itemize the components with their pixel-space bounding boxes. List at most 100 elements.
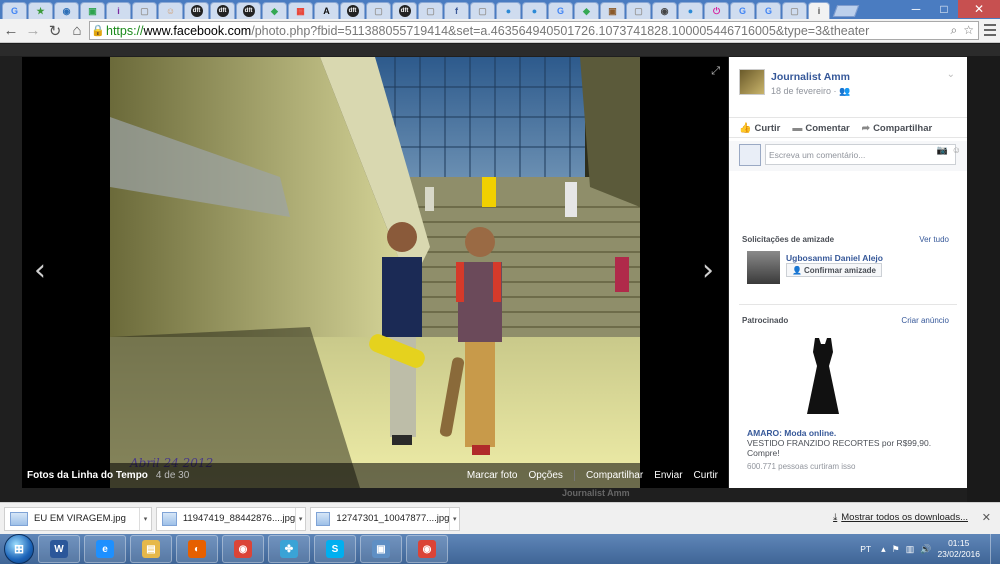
ad-dress-image[interactable] [799,336,847,418]
friends-icon[interactable]: 👥 [839,86,850,96]
browser-tab[interactable]: f [444,2,469,19]
browser-tab[interactable]: ⏻ [704,2,729,19]
minimize-button[interactable]: ─ [902,0,930,18]
clock[interactable]: 01:15 23/02/2016 [937,538,980,560]
forward-button[interactable]: → [22,20,44,42]
post-action-2[interactable]: ➦ Compartilhar [862,123,933,134]
photo-action-0[interactable]: Marcar foto [467,470,518,481]
download-item[interactable]: EU EM VIRAGEM.jpg ▾ [4,506,152,531]
confirm-friend-button[interactable]: 👤 Confirmar amizade [786,263,882,277]
back-button[interactable]: ← [0,20,22,42]
flag-icon[interactable]: ⚑ [892,544,900,555]
address-bar[interactable]: 🔒 https://www.facebook.com/photo.php?fbi… [89,21,979,40]
post-action-1[interactable]: ▬ Comentar [792,123,849,134]
requester-name[interactable]: Ugbosanmi Daniel Alejo [786,253,883,263]
download-menu-icon[interactable]: ▾ [295,507,305,530]
language-indicator[interactable]: PT [860,544,871,554]
camera-icon[interactable]: 📷 [937,145,948,156]
browser-tab[interactable]: dft [392,2,417,19]
close-window-button[interactable]: ✕ [958,0,1000,18]
chevron-down-icon[interactable]: ⌄ [947,69,955,80]
browser-tab[interactable]: G [2,2,27,19]
post-date-text[interactable]: 18 de fevereiro [771,86,831,96]
browser-tab[interactable]: ▢ [418,2,443,19]
reload-button[interactable]: ↻ [44,20,66,42]
bookmark-star-icon[interactable]: ☆ [963,23,974,38]
browser-tab[interactable]: G [730,2,755,19]
next-photo-button[interactable]: › [702,253,714,288]
create-ad-link[interactable]: Criar anúncio [901,316,949,325]
browser-tab[interactable]: ▣ [80,2,105,19]
taskbar-file-explorer-button[interactable]: ▤ [130,535,172,563]
taskbar-chrome-button[interactable]: ◉ [406,535,448,563]
comment-input[interactable]: Escreva um comentário... [765,144,956,165]
taskbar-skype-button[interactable]: S [314,535,356,563]
browser-tab[interactable]: ▢ [626,2,651,19]
photo-action-1[interactable]: Opções [528,470,562,481]
browser-tab[interactable]: ▢ [782,2,807,19]
browser-tab[interactable]: ● [496,2,521,19]
fullscreen-icon[interactable]: ⤢ [711,65,720,78]
new-tab-button[interactable] [832,5,860,17]
browser-tab[interactable]: ▢ [470,2,495,19]
ad-title[interactable]: AMARO: Moda online. [747,428,836,438]
requester-avatar[interactable] [747,251,780,284]
network-icon[interactable]: ▥ [906,544,915,555]
author-name[interactable]: Journalist Amm [771,71,850,83]
browser-tab[interactable]: ☺ [158,2,183,19]
browser-tab[interactable]: G [756,2,781,19]
show-all-downloads[interactable]: ⤓ Mostrar todos os downloads... [833,512,968,523]
search-icon[interactable]: ⌕ [951,23,958,38]
album-title[interactable]: Fotos da Linha do Tempo [27,470,148,481]
author-avatar[interactable] [739,69,765,95]
browser-tab[interactable]: dft [184,2,209,19]
photo[interactable]: Abril 24 2012 [110,57,640,488]
download-item[interactable]: 12747301_10047877....jpg ▾ [310,506,460,531]
volume-icon[interactable]: 🔊 [920,544,931,555]
browser-tab[interactable]: ◉ [54,2,79,19]
browser-tab[interactable]: ◆ [262,2,287,19]
browser-tab[interactable]: dft [340,2,365,19]
previous-photo-button[interactable]: ‹ [34,253,46,288]
browser-tab[interactable]: ● [678,2,703,19]
photo-action-3[interactable]: Enviar [654,470,682,481]
download-menu-icon[interactable]: ▾ [139,507,151,530]
photo-action-4[interactable]: Curtir [694,470,718,481]
browser-tab[interactable]: ★ [28,2,53,19]
taskbar-network-button[interactable]: ✤ [268,535,310,563]
browser-tab[interactable]: ▦ [288,2,313,19]
taskbar-photo-viewer-button[interactable]: ▣ [360,535,402,563]
tab-favicon-icon: ★ [36,6,45,16]
browser-tab[interactable]: ▢ [366,2,391,19]
tray-arrow-icon[interactable]: ▴ [881,544,886,555]
download-item[interactable]: 11947419_88442876....jpg ▾ [156,506,306,531]
taskbar-internet-explorer-button[interactable]: e [84,535,126,563]
start-button[interactable]: ⊞ [4,534,34,564]
browser-tab[interactable]: ▣ [600,2,625,19]
taskbar-chrome-button[interactable]: ◉ [222,535,264,563]
close-downloads-icon[interactable]: ✕ [982,511,991,524]
browser-tab[interactable]: ● [522,2,547,19]
browser-tab[interactable]: dft [236,2,261,19]
browser-tab[interactable]: G [548,2,573,19]
download-menu-icon[interactable]: ▾ [449,507,459,530]
taskbar-word-button[interactable]: W [38,535,80,563]
sticker-icon[interactable]: ☺ [952,145,961,156]
browser-tab[interactable]: ▢ [132,2,157,19]
show-desktop-button[interactable] [990,534,1000,564]
post-action-0[interactable]: 👍 Curtir [739,123,780,134]
browser-tab[interactable]: ◉ [652,2,677,19]
browser-tab[interactable]: A [314,2,339,19]
taskbar-firefox-button[interactable]: ◐ [176,535,218,563]
divider [739,304,957,305]
see-all-link[interactable]: Ver tudo [919,235,949,244]
home-icon[interactable]: ⌂ [66,20,88,42]
browser-tab[interactable]: i [106,2,131,19]
post-action-label: Compartilhar [873,123,933,134]
browser-tab[interactable]: ◆ [574,2,599,19]
browser-tab[interactable]: i [808,2,830,19]
chrome-menu-icon[interactable] [984,23,996,37]
maximize-button[interactable]: □ [930,0,958,18]
photo-action-2[interactable]: Compartilhar [586,470,643,481]
browser-tab[interactable]: dft [210,2,235,19]
